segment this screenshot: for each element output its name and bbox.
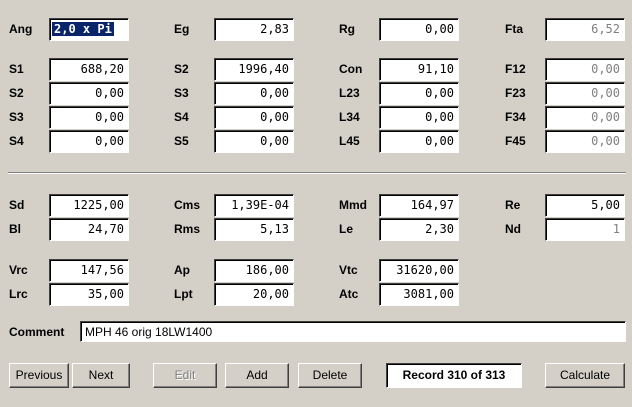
label-f12: F12 [505, 62, 526, 76]
label-cms: Cms [174, 198, 201, 212]
label-mmd: Mmd [339, 198, 367, 212]
label-l45: L45 [339, 134, 360, 148]
add-button[interactable]: Add [225, 363, 289, 388]
l23-field[interactable]: 0,00 [379, 82, 459, 105]
l34-field[interactable]: 0,00 [379, 106, 459, 129]
section-divider [8, 172, 626, 174]
sd-field[interactable]: 1225,00 [49, 194, 129, 217]
label-f23: F23 [505, 86, 526, 100]
eg-field[interactable]: 2,83 [214, 18, 294, 41]
lpt-field[interactable]: 20,00 [214, 283, 294, 306]
nd-field: 1 [545, 218, 625, 241]
label-eg: Eg [174, 22, 190, 36]
label-bl: Bl [9, 222, 21, 236]
label-s2-top: S2 [174, 62, 189, 76]
label-atc: Atc [339, 287, 359, 301]
s4-field[interactable]: 0,00 [49, 130, 129, 153]
label-f45: F45 [505, 134, 526, 148]
label-lpt: Lpt [174, 287, 193, 301]
label-vtc: Vtc [339, 263, 358, 277]
label-s4-mid: S4 [174, 110, 189, 124]
rms-field[interactable]: 5,13 [214, 218, 294, 241]
comment-field[interactable]: MPH 46 orig 18LW1400 [80, 321, 626, 342]
le-field[interactable]: 2,30 [379, 218, 459, 241]
f45-field: 0,00 [545, 130, 625, 153]
fta-field: 6,52 [545, 18, 625, 41]
label-fta: Fta [505, 22, 523, 36]
f34-field: 0,00 [545, 106, 625, 129]
s5-field[interactable]: 0,00 [214, 130, 294, 153]
label-rg: Rg [339, 22, 355, 36]
label-ap: Ap [174, 263, 190, 277]
bl-field[interactable]: 24,70 [49, 218, 129, 241]
s2-top-field[interactable]: 1996,40 [214, 58, 294, 81]
s2-field[interactable]: 0,00 [49, 82, 129, 105]
ang-field[interactable]: 2,0 x Pi [49, 18, 129, 41]
lrc-field[interactable]: 35,00 [49, 283, 129, 306]
vtc-field[interactable]: 31620,00 [379, 259, 459, 282]
label-s3: S3 [9, 110, 24, 124]
label-ang: Ang [9, 22, 33, 36]
label-rms: Rms [174, 222, 201, 236]
edit-button: Edit [153, 363, 217, 388]
label-s2: S2 [9, 86, 24, 100]
previous-button[interactable]: Previous [9, 363, 69, 388]
s3-mid-field[interactable]: 0,00 [214, 82, 294, 105]
label-s4: S4 [9, 134, 24, 148]
f12-field: 0,00 [545, 58, 625, 81]
label-vrc: Vrc [9, 263, 28, 277]
label-f34: F34 [505, 110, 526, 124]
label-l34: L34 [339, 110, 360, 124]
s3-field[interactable]: 0,00 [49, 106, 129, 129]
s1-field[interactable]: 688,20 [49, 58, 129, 81]
re-field[interactable]: 5,00 [545, 194, 625, 217]
mmd-field[interactable]: 164,97 [379, 194, 459, 217]
l45-field[interactable]: 0,00 [379, 130, 459, 153]
vrc-field[interactable]: 147,56 [49, 259, 129, 282]
cms-field[interactable]: 1,39E-04 [214, 194, 294, 217]
record-status: Record 310 of 313 [386, 363, 522, 388]
calculate-button[interactable]: Calculate [545, 363, 625, 388]
delete-button[interactable]: Delete [298, 363, 362, 388]
label-l23: L23 [339, 86, 360, 100]
label-s3-mid: S3 [174, 86, 189, 100]
label-re: Re [505, 198, 521, 212]
label-s1: S1 [9, 62, 24, 76]
label-s5: S5 [174, 134, 189, 148]
atc-field[interactable]: 3081,00 [379, 283, 459, 306]
label-sd: Sd [9, 198, 25, 212]
ap-field[interactable]: 186,00 [214, 259, 294, 282]
label-le: Le [339, 222, 354, 236]
label-con: Con [339, 62, 363, 76]
ang-value: 2,0 x Pi [52, 22, 114, 36]
s4-mid-field[interactable]: 0,00 [214, 106, 294, 129]
f23-field: 0,00 [545, 82, 625, 105]
label-lrc: Lrc [9, 287, 28, 301]
con-field[interactable]: 91,10 [379, 58, 459, 81]
label-nd: Nd [505, 222, 521, 236]
label-comment: Comment [9, 325, 65, 339]
next-button[interactable]: Next [72, 363, 130, 388]
rg-field[interactable]: 0,00 [379, 18, 459, 41]
